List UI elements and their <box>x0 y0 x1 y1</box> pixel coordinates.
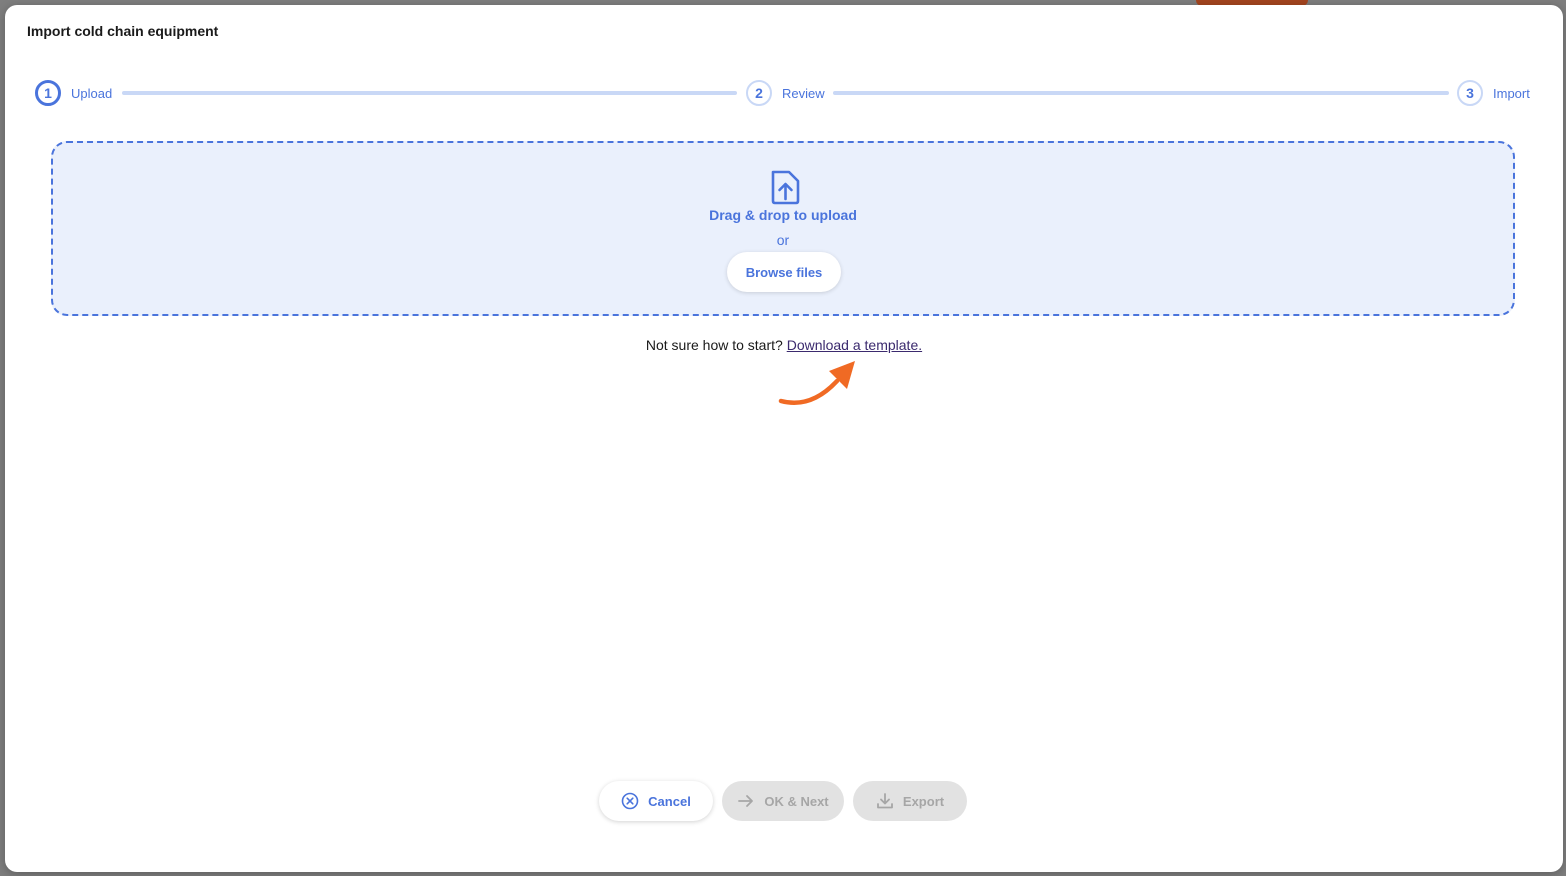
hint-text: Not sure how to start? <box>645 337 783 353</box>
step-connector <box>833 91 1449 95</box>
ok-next-label: OK & Next <box>764 793 829 809</box>
import-modal: Import cold chain equipment 1 Upload 2 R… <box>5 5 1563 872</box>
step-upload[interactable]: 1 Upload <box>35 78 112 108</box>
modal-title: Import cold chain equipment <box>27 23 219 39</box>
dropzone-or-text: or <box>776 232 790 248</box>
step-number: 1 <box>35 80 61 106</box>
close-circle-icon <box>621 792 639 810</box>
cancel-button[interactable]: Cancel <box>599 781 713 821</box>
file-upload-icon <box>771 170 800 205</box>
step-connector <box>122 91 737 95</box>
step-label: Import <box>1493 85 1530 101</box>
download-template-link[interactable]: Download a template. <box>787 337 922 353</box>
file-dropzone[interactable]: Drag & drop to upload or Browse files <box>51 141 1515 316</box>
step-label: Review <box>782 85 825 101</box>
step-number: 2 <box>746 80 772 106</box>
step-label: Upload <box>71 85 113 101</box>
ok-next-button[interactable]: OK & Next <box>722 781 844 821</box>
arrow-right-icon <box>738 795 754 807</box>
export-label: Export <box>902 793 945 809</box>
browse-files-button[interactable]: Browse files <box>727 252 841 292</box>
step-number: 3 <box>1457 80 1483 106</box>
template-hint: Not sure how to start? Download a templa… <box>5 337 1563 353</box>
export-button[interactable]: Export <box>853 781 967 821</box>
stepper: 1 Upload 2 Review 3 Import <box>35 78 1535 110</box>
cancel-label: Cancel <box>648 793 691 809</box>
download-icon <box>877 793 893 809</box>
step-review[interactable]: 2 Review <box>746 78 825 108</box>
curved-arrow-icon <box>778 361 855 406</box>
step-import[interactable]: 3 Import <box>1457 78 1530 108</box>
dropzone-title: Drag & drop to upload <box>709 207 857 223</box>
